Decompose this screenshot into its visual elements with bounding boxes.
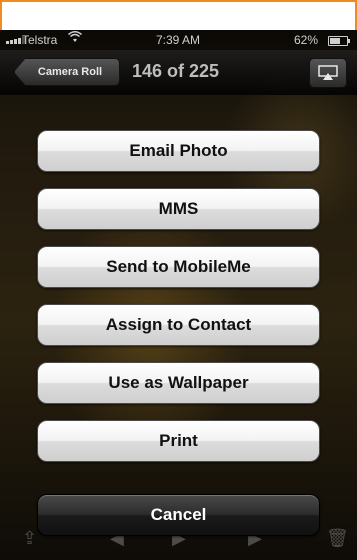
assign-to-contact-button[interactable]: Assign to Contact [37, 304, 320, 346]
action-sheet: Email Photo MMS Send to MobileMe Assign … [0, 94, 357, 560]
carrier-name: Telstra [22, 33, 58, 47]
phone-screen: Telstra 7:39 AM 62% Camera Roll 146 of 2… [0, 30, 357, 560]
wifi-icon [68, 31, 82, 46]
send-to-mobileme-button[interactable]: Send to MobileMe [37, 246, 320, 288]
print-button[interactable]: Print [37, 420, 320, 462]
airplay-button[interactable] [309, 58, 347, 88]
battery-percent: 62% [294, 33, 319, 47]
battery-icon [328, 36, 350, 46]
cancel-button[interactable]: Cancel [37, 494, 320, 536]
camera-roll-back-button[interactable]: Camera Roll [14, 58, 120, 86]
email-photo-button[interactable]: Email Photo [37, 130, 320, 172]
top-frame [0, 0, 357, 30]
photo-counter-title: 146 of 225 [132, 61, 220, 81]
airplay-icon [318, 65, 338, 80]
status-bar: Telstra 7:39 AM 62% [0, 30, 357, 50]
clock: 7:39 AM [156, 33, 201, 47]
use-as-wallpaper-button[interactable]: Use as Wallpaper [37, 362, 320, 404]
navigation-bar: Camera Roll 146 of 225 [0, 50, 357, 95]
mms-button[interactable]: MMS [37, 188, 320, 230]
